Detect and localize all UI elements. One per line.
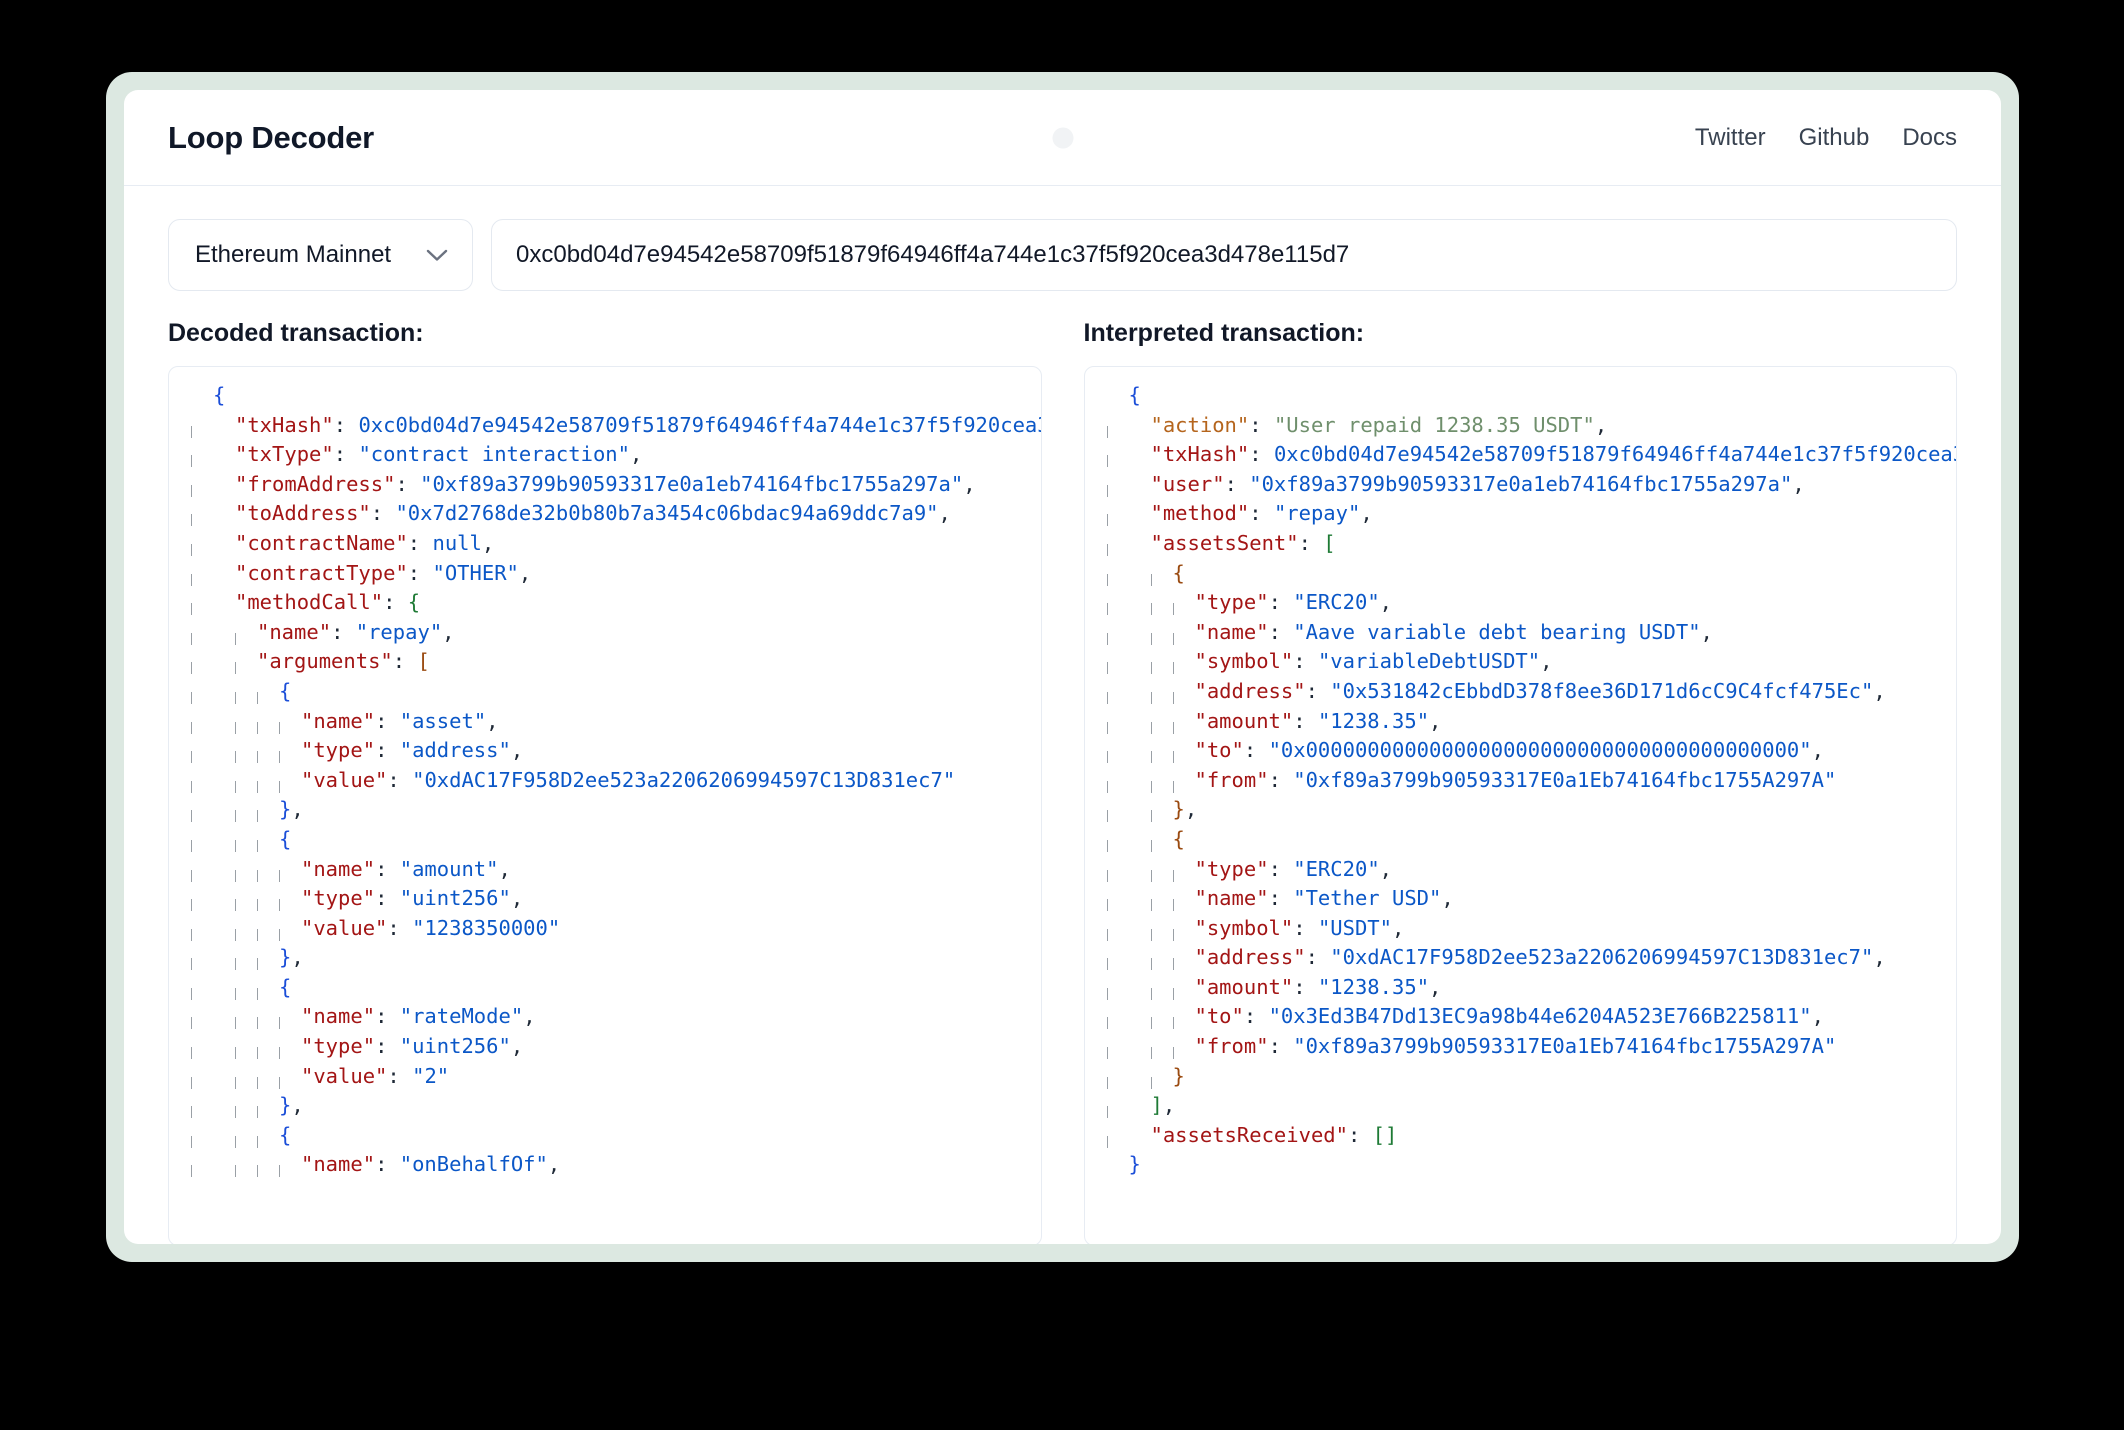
json-line: "name": "asset", xyxy=(191,708,499,734)
json-line: "txHash": 0xc0bd04d7e94542e58709f51879f6… xyxy=(191,411,1041,441)
nav-link-github[interactable]: Github xyxy=(1799,124,1870,152)
decoded-toaddress: 0x7d2768de32b0b80b7a3454c06bdac94a69ddc7… xyxy=(407,501,927,526)
json-line: "contractName": null, xyxy=(191,530,495,556)
json-line: "name": "onBehalfOf", xyxy=(191,1152,561,1178)
json-line: "symbol": "USDT", xyxy=(1106,915,1405,941)
search-row: Ethereum Mainnet xyxy=(124,186,2001,291)
decoded-contractname: null xyxy=(432,530,482,555)
json-line: "arguments": [ xyxy=(191,649,430,675)
json-line: "amount": "1238.35", xyxy=(1106,974,1442,1000)
json-line: } xyxy=(1128,1152,1141,1177)
json-line: "value": "1238350000" xyxy=(191,915,561,941)
decoded-contracttype: OTHER xyxy=(444,560,507,585)
chevron-down-icon xyxy=(426,249,448,261)
json-line: "type": "address", xyxy=(191,738,524,764)
header: Loop Decoder Twitter Github Docs xyxy=(124,90,2001,186)
json-line: } xyxy=(1106,1063,1185,1089)
json-line: "assetsReceived": [] xyxy=(1106,1122,1398,1148)
decoded-method-name: repay xyxy=(368,619,430,644)
loading-dot-icon xyxy=(1052,127,1073,148)
json-line: "symbol": "variableDebtUSDT", xyxy=(1106,649,1553,675)
search-input[interactable] xyxy=(491,219,1957,291)
json-line: "user": "0xf89a3799b90593317e0a1eb74164f… xyxy=(1106,471,1805,497)
interpreted-heading: Interpreted transaction: xyxy=(1083,319,1365,347)
nav-link-twitter[interactable]: Twitter xyxy=(1695,124,1766,152)
json-line: "method": "repay", xyxy=(1106,501,1373,527)
json-line: { xyxy=(213,383,226,407)
json-line: }, xyxy=(191,797,304,823)
app-card: Loop Decoder Twitter Github Docs Ethereu… xyxy=(124,90,2001,1244)
json-line: "name": "Tether USD", xyxy=(1106,886,1454,912)
json-line: "methodCall": { xyxy=(191,590,421,616)
decoded-column: Decoded transaction: { "txHash": 0xc0bd0… xyxy=(168,319,1042,1244)
network-select-label: Ethereum Mainnet xyxy=(195,241,392,268)
decoded-json-panel[interactable]: { "txHash": 0xc0bd04d7e94542e58709f51879… xyxy=(168,366,1042,1244)
json-line: }, xyxy=(191,1093,304,1119)
decoded-heading: Decoded transaction: xyxy=(168,319,424,347)
json-line: "address": "0xdAC17F958D2ee523a220620699… xyxy=(1106,945,1886,971)
interpreted-action: User repaid 1238.35 USDT xyxy=(1286,412,1583,437)
json-line: { xyxy=(191,678,292,704)
json-line: "type": "ERC20", xyxy=(1106,590,1392,616)
json-line: "name": "rateMode", xyxy=(191,1004,536,1030)
json-line: "from": "0xf89a3799b90593317E0a1Eb74164f… xyxy=(1106,767,1837,793)
json-line: "txHash": 0xc0bd04d7e94542e58709f51879f6… xyxy=(1106,440,1956,470)
json-line: "type": "ERC20", xyxy=(1106,856,1392,882)
interpreted-json-panel[interactable]: { "action": "User repaid 1238.35 USDT", … xyxy=(1083,366,1957,1244)
json-line: "fromAddress": "0xf89a3799b90593317e0a1e… xyxy=(191,471,976,497)
json-line: "to": "0x0000000000000000000000000000000… xyxy=(1106,738,1824,764)
decoded-txhash: 0xc0bd04d7e94542e58709f51879f64946ff4a74… xyxy=(358,412,1040,437)
assets-received-value: [] xyxy=(1372,1122,1398,1147)
interpreted-method: repay xyxy=(1286,501,1348,526)
json-line: "from": "0xf89a3799b90593317E0a1Eb74164f… xyxy=(1106,1034,1837,1060)
json-line: "type": "uint256", xyxy=(191,886,524,912)
json-line-action: "action": "User repaid 1238.35 USDT", xyxy=(1106,412,1608,438)
json-line: "toAddress": "0x7d2768de32b0b80b7a3454c0… xyxy=(191,501,951,527)
json-line: "type": "uint256", xyxy=(191,1034,524,1060)
interpreted-column: Interpreted transaction: { "action": "Us… xyxy=(1083,319,1957,1244)
json-line: "value": "2" xyxy=(191,1063,450,1089)
json-line: { xyxy=(191,826,292,852)
json-line: "address": "0x531842cEbbdD378f8ee36D171d… xyxy=(1106,678,1886,704)
decoded-json-scroll: { "txHash": 0xc0bd04d7e94542e58709f51879… xyxy=(169,381,1041,1244)
json-line: "txType": "contract interaction", xyxy=(191,442,643,468)
json-line: "assetsSent": [ xyxy=(1106,530,1336,556)
json-line: { xyxy=(1106,826,1185,852)
json-line: "name": "amount", xyxy=(191,856,511,882)
json-line: "value": "0xdAC17F958D2ee523a22062069945… xyxy=(191,767,956,793)
header-nav: Twitter Github Docs xyxy=(1695,124,1957,152)
panels: Decoded transaction: { "txHash": 0xc0bd0… xyxy=(124,291,2001,1244)
json-line: "to": "0x3Ed3B47Dd13EC9a98b44e6204A523E7… xyxy=(1106,1004,1824,1030)
interpreted-json-scroll: { "action": "User repaid 1238.35 USDT", … xyxy=(1085,381,1956,1244)
json-line: "name": "Aave variable debt bearing USDT… xyxy=(1106,619,1713,645)
page-title: Loop Decoder xyxy=(168,119,375,155)
json-line: ], xyxy=(1106,1093,1176,1119)
interpreted-user: 0xf89a3799b90593317e0a1eb74164fbc1755a29… xyxy=(1261,471,1780,496)
json-line: { xyxy=(191,1122,292,1148)
json-line: { xyxy=(1128,383,1141,407)
nav-link-docs[interactable]: Docs xyxy=(1902,124,1957,152)
interpreted-txhash: 0xc0bd04d7e94542e58709f51879f64946ff4a74… xyxy=(1273,442,1956,467)
decoded-txtype: contract interaction xyxy=(370,442,618,467)
json-line: { xyxy=(1106,560,1185,586)
json-line: "contractType": "OTHER", xyxy=(191,560,532,586)
network-select[interactable]: Ethereum Mainnet xyxy=(168,219,473,291)
json-line: "name": "repay", xyxy=(191,619,455,645)
app-frame: Loop Decoder Twitter Github Docs Ethereu… xyxy=(106,72,2019,1262)
json-line: }, xyxy=(1106,797,1198,823)
json-line: "amount": "1238.35", xyxy=(1106,708,1442,734)
json-line: { xyxy=(191,974,292,1000)
json-line: }, xyxy=(191,945,304,971)
decoded-fromaddress: 0xf89a3799b90593317e0a1eb74164fbc1755a29… xyxy=(432,471,951,496)
